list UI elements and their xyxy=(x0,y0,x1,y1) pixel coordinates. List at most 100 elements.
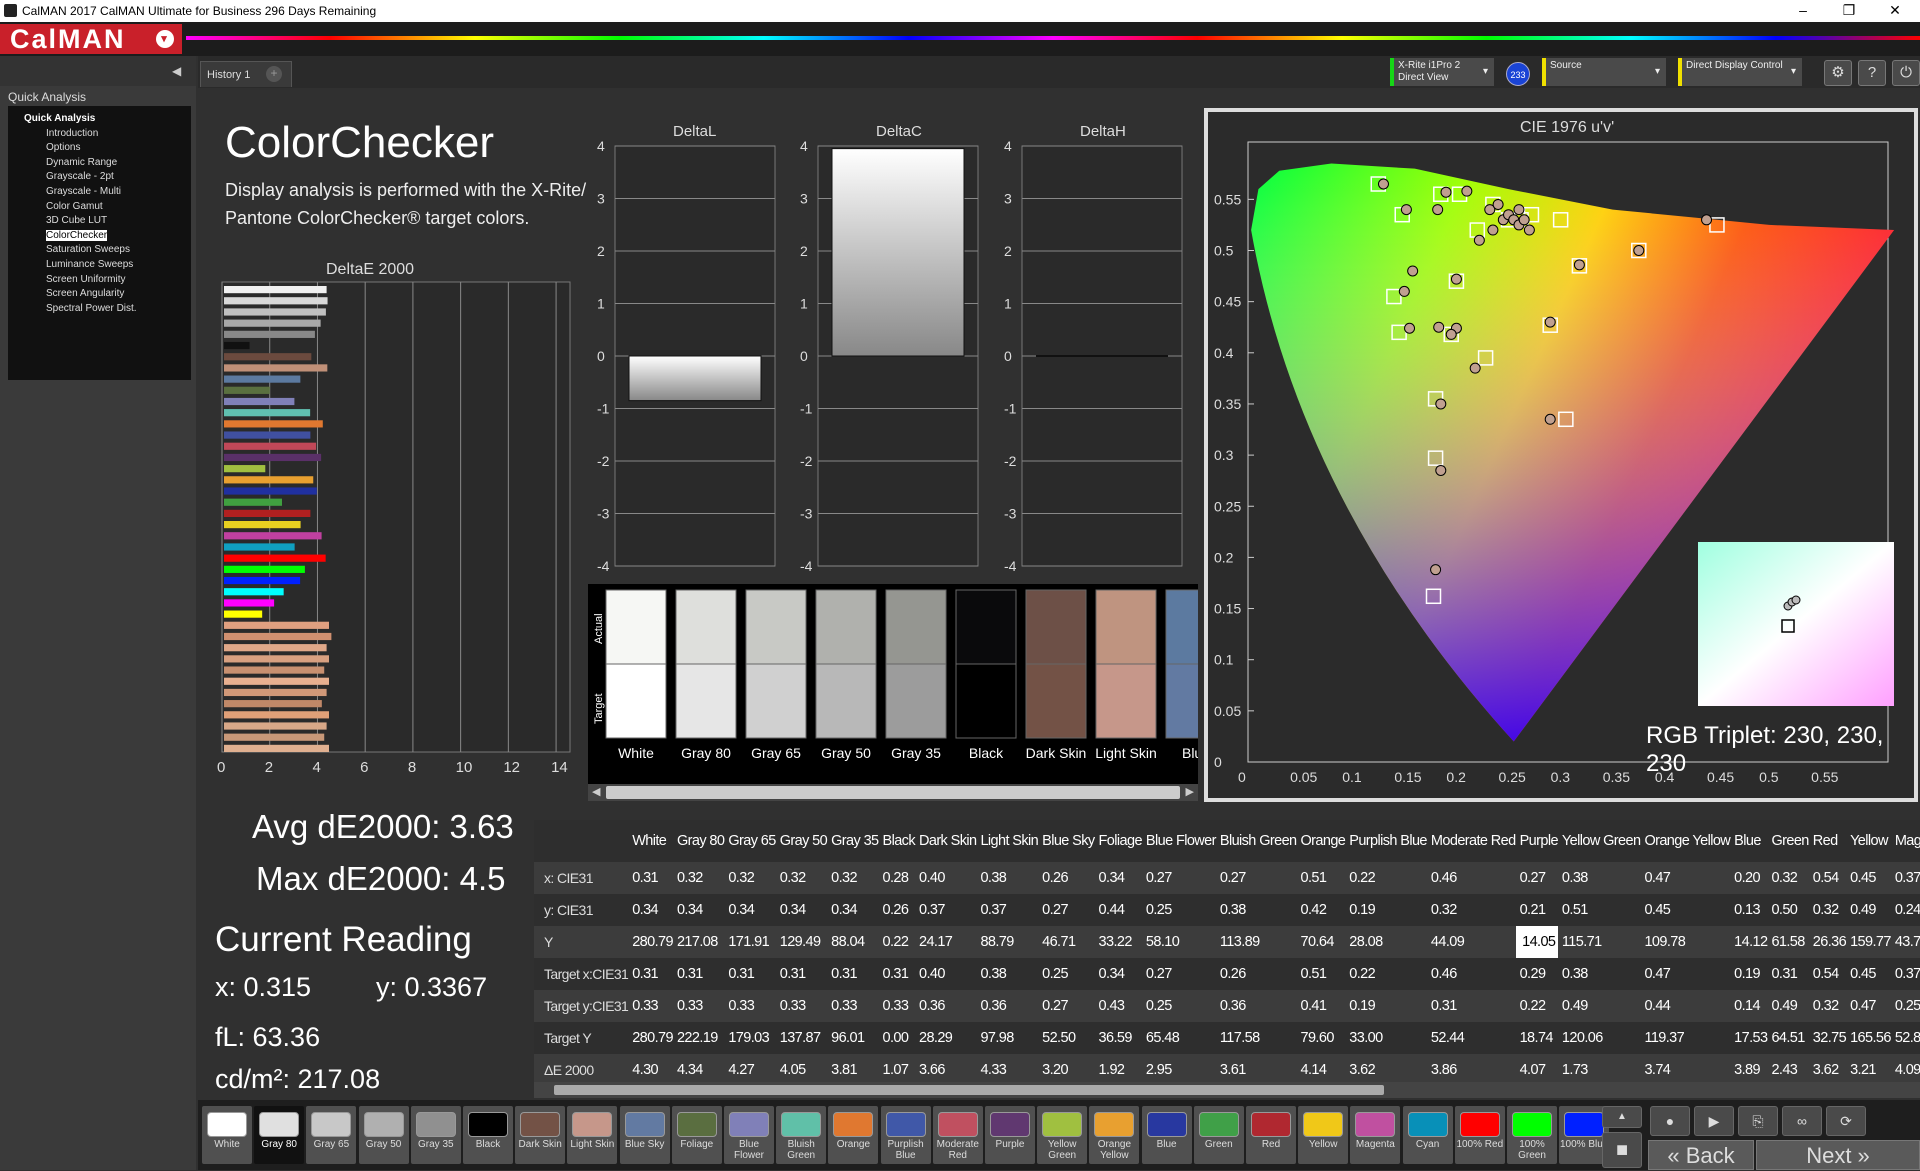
play-button[interactable]: ▶ xyxy=(1694,1106,1734,1136)
table-cell[interactable]: 58.10 xyxy=(1142,926,1216,958)
table-cell[interactable]: 52.44 xyxy=(1427,1022,1516,1054)
table-cell[interactable]: 0.34 xyxy=(776,894,827,926)
table-cell[interactable]: 0.32 xyxy=(1809,894,1846,926)
table-cell[interactable]: 0.19 xyxy=(1730,958,1767,990)
table-cell[interactable]: 0.34 xyxy=(724,894,775,926)
table-cell[interactable]: 0.37 xyxy=(1891,958,1920,990)
nav-item[interactable]: Options xyxy=(12,141,187,156)
table-cell[interactable]: 0.36 xyxy=(1216,990,1297,1022)
table-cell[interactable]: 120.06 xyxy=(1558,1022,1641,1054)
table-cell[interactable]: 88.79 xyxy=(976,926,1038,958)
swatch-button[interactable]: Gray 50 xyxy=(358,1106,409,1164)
column-header[interactable]: Yellow xyxy=(1846,820,1891,862)
swatch-button[interactable]: Orange Yellow xyxy=(1089,1106,1140,1164)
table-cell[interactable]: 0.31 xyxy=(724,958,775,990)
table-cell[interactable]: 0.27 xyxy=(1516,862,1558,894)
table-cell[interactable]: 0.41 xyxy=(1297,990,1346,1022)
column-header[interactable]: Blue Flower xyxy=(1142,820,1217,862)
table-cell[interactable]: 0.37 xyxy=(976,894,1038,926)
table-cell[interactable]: 109.78 xyxy=(1640,926,1730,958)
swatch-button[interactable]: Moderate Red xyxy=(932,1106,983,1164)
column-header[interactable]: Blue Sky xyxy=(1038,820,1095,862)
swatch-button[interactable]: Gray 80 xyxy=(254,1106,305,1164)
swatch-button[interactable]: Magenta xyxy=(1350,1106,1401,1164)
table-cell[interactable]: 0.54 xyxy=(1809,862,1846,894)
scroll-thumb[interactable] xyxy=(606,786,1180,799)
table-cell[interactable]: 0.34 xyxy=(827,894,878,926)
table-cell[interactable]: 0.27 xyxy=(1142,958,1216,990)
maximize-button[interactable]: ❐ xyxy=(1826,0,1872,22)
table-cell[interactable]: 0.49 xyxy=(1558,990,1641,1022)
table-cell[interactable]: 0.47 xyxy=(1846,990,1891,1022)
table-cell[interactable]: 0.24 xyxy=(1891,894,1920,926)
table-cell[interactable]: 79.60 xyxy=(1297,1022,1346,1054)
column-header[interactable]: Purplish Blue xyxy=(1345,820,1427,862)
table-cell[interactable]: 0.25 xyxy=(1891,990,1920,1022)
column-header[interactable]: Bluish Green xyxy=(1216,820,1297,862)
help-icon[interactable]: ? xyxy=(1858,60,1886,86)
column-header[interactable]: White xyxy=(628,820,673,862)
table-cell[interactable]: 0.28 xyxy=(879,862,915,894)
table-cell[interactable]: 17.53 xyxy=(1730,1022,1768,1054)
nav-item[interactable]: 3D Cube LUT xyxy=(12,214,187,229)
table-cell[interactable]: 0.34 xyxy=(1095,958,1142,990)
table-cell[interactable]: 0.44 xyxy=(1640,990,1730,1022)
table-cell[interactable]: 0.21 xyxy=(1516,894,1558,926)
column-header[interactable]: Orange Yellow xyxy=(1640,820,1730,862)
table-scrollbar[interactable] xyxy=(534,1082,1920,1098)
table-cell[interactable]: 0.32 xyxy=(1427,894,1516,926)
table-cell[interactable]: 0.25 xyxy=(1038,958,1094,990)
swatch-button[interactable]: White xyxy=(202,1106,252,1164)
table-scroll-thumb[interactable] xyxy=(554,1085,1384,1095)
swatch-button[interactable]: Blue xyxy=(1141,1106,1192,1164)
table-cell[interactable]: 0.34 xyxy=(1095,862,1142,894)
table-cell[interactable]: 0.36 xyxy=(915,990,976,1022)
table-cell[interactable]: 33.00 xyxy=(1345,1022,1427,1054)
table-cell[interactable]: 0.33 xyxy=(673,990,724,1022)
swatch-button[interactable]: Green xyxy=(1193,1106,1244,1164)
table-cell[interactable]: 0.19 xyxy=(1345,894,1427,926)
table-cell[interactable]: 217.08 xyxy=(673,926,724,958)
swatch-button[interactable]: Gray 35 xyxy=(410,1106,461,1164)
table-cell[interactable]: 97.98 xyxy=(976,1022,1038,1054)
calman-logo-menu[interactable]: CalMAN ▾ xyxy=(0,24,182,54)
column-header[interactable]: Red xyxy=(1809,820,1846,862)
column-header[interactable]: Foliage xyxy=(1095,820,1143,862)
nav-item[interactable]: Introduction xyxy=(12,127,187,142)
chevron-down-icon[interactable]: ▾ xyxy=(156,30,174,48)
column-header[interactable]: Green xyxy=(1767,820,1809,862)
collapse-icon[interactable]: ◀ xyxy=(172,64,188,80)
table-cell[interactable]: 0.31 xyxy=(776,958,827,990)
column-header[interactable]: Gray 80 xyxy=(673,820,725,862)
table-cell[interactable]: 0.33 xyxy=(628,990,673,1022)
table-cell[interactable]: 52.50 xyxy=(1038,1022,1094,1054)
swatch-button[interactable]: Light Skin xyxy=(567,1106,618,1164)
table-cell[interactable]: 0.40 xyxy=(915,958,976,990)
table-cell[interactable]: 64.51 xyxy=(1767,1022,1808,1054)
table-cell[interactable]: 280.79 xyxy=(628,1022,673,1054)
nav-item[interactable]: Screen Uniformity xyxy=(12,273,187,288)
refresh-icon[interactable]: ⟳ xyxy=(1826,1106,1866,1136)
scroll-left-icon[interactable]: ◀ xyxy=(592,785,600,798)
table-cell[interactable]: 0.27 xyxy=(1038,990,1094,1022)
logout-icon[interactable]: ⏻ xyxy=(1892,60,1920,86)
table-cell[interactable]: 0.32 xyxy=(1767,862,1808,894)
nav-item[interactable]: ColorChecker xyxy=(12,229,187,244)
column-header[interactable]: Gray 65 xyxy=(724,820,776,862)
table-cell[interactable]: 33.22 xyxy=(1095,926,1142,958)
table-cell[interactable]: 171.91 xyxy=(724,926,775,958)
nav-item[interactable]: Dynamic Range xyxy=(12,156,187,171)
add-tab-button[interactable]: + xyxy=(266,66,282,82)
column-header[interactable]: Dark Skin xyxy=(915,820,977,862)
table-cell[interactable]: 0.22 xyxy=(1345,862,1427,894)
table-cell[interactable]: 0.33 xyxy=(879,990,915,1022)
table-cell[interactable]: 0.38 xyxy=(1558,958,1641,990)
minimize-button[interactable]: – xyxy=(1780,0,1826,22)
table-cell[interactable]: 0.54 xyxy=(1809,958,1846,990)
table-cell[interactable]: 0.33 xyxy=(776,990,827,1022)
column-header[interactable]: Blue xyxy=(1730,820,1767,862)
table-cell[interactable]: 0.32 xyxy=(827,862,878,894)
table-cell[interactable]: 0.51 xyxy=(1558,894,1641,926)
table-cell[interactable]: 0.20 xyxy=(1730,862,1767,894)
table-cell[interactable]: 0.26 xyxy=(879,894,915,926)
